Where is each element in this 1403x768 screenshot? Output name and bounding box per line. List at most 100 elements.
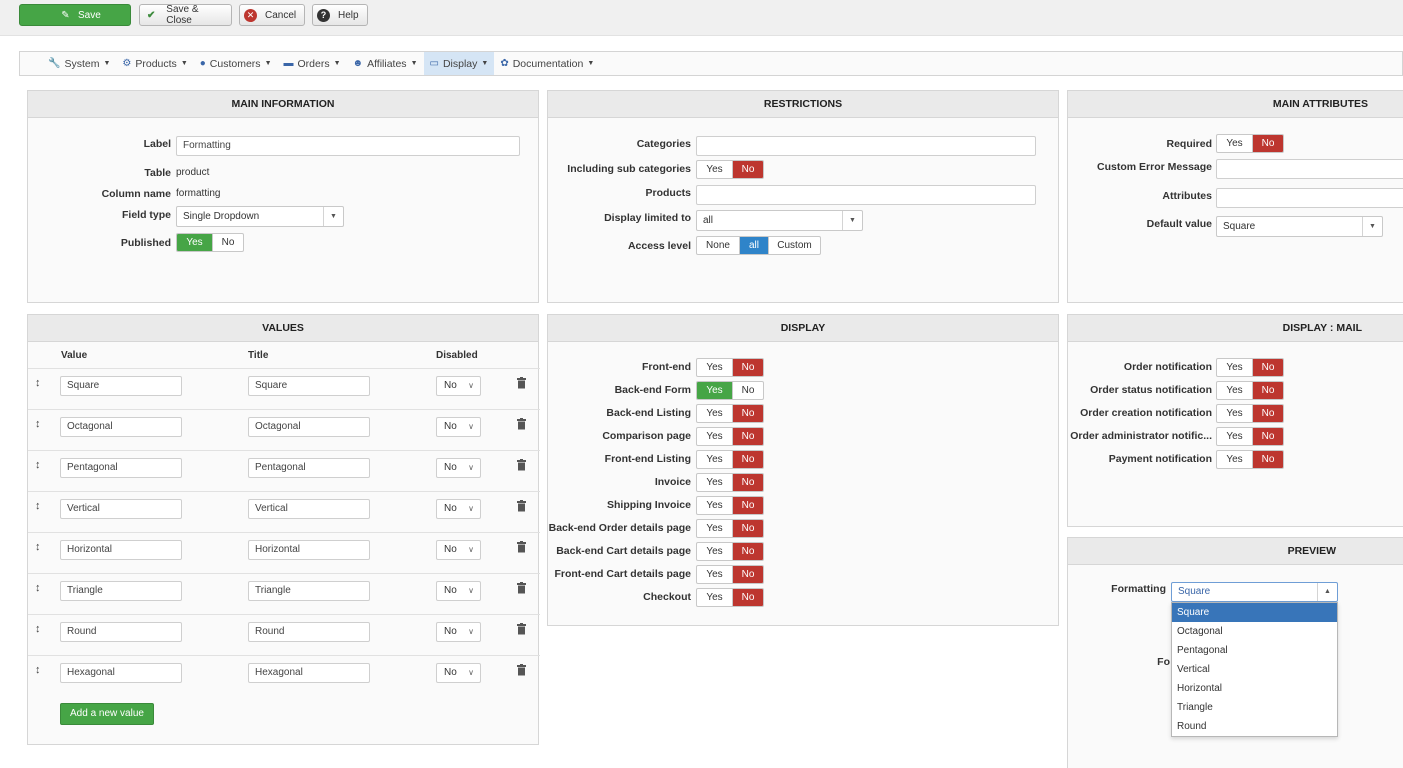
access-none-option[interactable]: None (697, 237, 739, 254)
value-input[interactable]: Hexagonal (60, 663, 182, 683)
trash-icon[interactable] (517, 623, 526, 635)
categories-input[interactable] (696, 136, 1036, 156)
no-option[interactable]: No (1252, 135, 1283, 152)
attributes-input[interactable] (1216, 188, 1403, 208)
dropdown-option[interactable]: Round (1172, 717, 1337, 736)
value-input[interactable]: Round (60, 622, 182, 642)
access-all-option[interactable]: all (739, 237, 768, 254)
default-value-select[interactable]: Square ▼ (1216, 216, 1383, 237)
drag-handle-icon[interactable]: ↕ (35, 541, 41, 553)
yes-option[interactable]: Yes (1217, 135, 1252, 152)
menu-display[interactable]: ▭ Display ▼ (423, 52, 495, 75)
title-input[interactable]: Round (248, 622, 370, 642)
no-option[interactable]: No (1252, 359, 1283, 376)
title-input[interactable]: Octagonal (248, 417, 370, 437)
title-input[interactable]: Triangle (248, 581, 370, 601)
yes-option[interactable]: Yes (1217, 428, 1252, 445)
yes-no-toggle[interactable]: Yes No (1216, 450, 1284, 469)
yes-option[interactable]: Yes (697, 543, 732, 560)
disabled-select[interactable]: No ∨ (436, 376, 481, 396)
disabled-select[interactable]: No ∨ (436, 663, 481, 683)
yes-option[interactable]: Yes (697, 566, 732, 583)
dropdown-option[interactable]: Triangle (1172, 698, 1337, 717)
yes-option[interactable]: Yes (177, 234, 212, 251)
yes-no-toggle[interactable]: Yes No (696, 358, 764, 377)
yes-option[interactable]: Yes (697, 359, 732, 376)
title-input[interactable]: Square (248, 376, 370, 396)
title-input[interactable]: Pentagonal (248, 458, 370, 478)
yes-option[interactable]: Yes (697, 497, 732, 514)
value-input[interactable]: Horizontal (60, 540, 182, 560)
access-level-toggle[interactable]: None all Custom (696, 236, 821, 255)
trash-icon[interactable] (517, 500, 526, 512)
yes-no-toggle[interactable]: Yes No (696, 473, 764, 492)
cancel-button[interactable]: ✕ Cancel (239, 4, 305, 26)
menu-products[interactable]: ⚙ Products ▼ (116, 52, 193, 75)
no-option[interactable]: No (1252, 405, 1283, 422)
no-option[interactable]: No (732, 359, 763, 376)
yes-no-toggle[interactable]: Yes No (696, 542, 764, 561)
title-input[interactable]: Hexagonal (248, 663, 370, 683)
disabled-select[interactable]: No ∨ (436, 581, 481, 601)
disabled-select[interactable]: No ∨ (436, 622, 481, 642)
yes-option[interactable]: Yes (697, 520, 732, 537)
yes-option[interactable]: Yes (1217, 359, 1252, 376)
custom-error-input[interactable] (1216, 159, 1403, 179)
yes-no-toggle[interactable]: Yes No (696, 404, 764, 423)
including-sub-toggle[interactable]: Yes No (696, 160, 764, 179)
drag-handle-icon[interactable]: ↕ (35, 664, 41, 676)
dropdown-option[interactable]: Octagonal (1172, 622, 1337, 641)
yes-no-toggle[interactable]: Yes No (1216, 404, 1284, 423)
no-option[interactable]: No (1252, 451, 1283, 468)
no-option[interactable]: No (212, 234, 243, 251)
value-input[interactable]: Vertical (60, 499, 182, 519)
yes-option[interactable]: Yes (1217, 382, 1252, 399)
yes-option[interactable]: Yes (697, 405, 732, 422)
no-option[interactable]: No (732, 474, 763, 491)
yes-no-toggle[interactable]: Yes No (696, 519, 764, 538)
drag-handle-icon[interactable]: ↕ (35, 377, 41, 389)
field-type-select[interactable]: Single Dropdown ▼ (176, 206, 344, 227)
help-button[interactable]: ? Help (312, 4, 368, 26)
products-input[interactable] (696, 185, 1036, 205)
disabled-select[interactable]: No ∨ (436, 540, 481, 560)
access-custom-option[interactable]: Custom (768, 237, 820, 254)
value-input[interactable]: Triangle (60, 581, 182, 601)
no-option[interactable]: No (1252, 428, 1283, 445)
dropdown-option[interactable]: Vertical (1172, 660, 1337, 679)
no-option[interactable]: No (732, 405, 763, 422)
label-input[interactable]: Formatting (176, 136, 520, 156)
no-option[interactable]: No (1252, 382, 1283, 399)
display-limited-select[interactable]: all ▼ (696, 210, 863, 231)
drag-handle-icon[interactable]: ↕ (35, 582, 41, 594)
menu-orders[interactable]: ▬ Orders ▼ (278, 52, 347, 75)
value-input[interactable]: Octagonal (60, 417, 182, 437)
yes-no-toggle[interactable]: Yes No (696, 450, 764, 469)
save-button[interactable]: ✎ Save (19, 4, 131, 26)
yes-option[interactable]: Yes (697, 451, 732, 468)
required-toggle[interactable]: Yes No (1216, 134, 1284, 153)
dropdown-option[interactable]: Horizontal (1172, 679, 1337, 698)
drag-handle-icon[interactable]: ↕ (35, 459, 41, 471)
yes-no-toggle[interactable]: Yes No (696, 381, 764, 400)
yes-option[interactable]: Yes (697, 589, 732, 606)
title-input[interactable]: Horizontal (248, 540, 370, 560)
yes-option[interactable]: Yes (1217, 451, 1252, 468)
no-option[interactable]: No (732, 451, 763, 468)
add-value-button[interactable]: Add a new value (60, 703, 154, 725)
dropdown-option[interactable]: Square (1172, 603, 1337, 622)
yes-option[interactable]: Yes (697, 474, 732, 491)
disabled-select[interactable]: No ∨ (436, 458, 481, 478)
yes-no-toggle[interactable]: Yes No (696, 496, 764, 515)
no-option[interactable]: No (732, 161, 763, 178)
no-option[interactable]: No (732, 589, 763, 606)
yes-option[interactable]: Yes (697, 428, 732, 445)
no-option[interactable]: No (732, 428, 763, 445)
yes-no-toggle[interactable]: Yes No (1216, 381, 1284, 400)
menu-system[interactable]: 🔧 System ▼ (42, 52, 116, 75)
trash-icon[interactable] (517, 377, 526, 389)
save-close-button[interactable]: ✔ Save & Close (139, 4, 232, 26)
disabled-select[interactable]: No ∨ (436, 499, 481, 519)
yes-no-toggle[interactable]: Yes No (696, 588, 764, 607)
value-input[interactable]: Square (60, 376, 182, 396)
